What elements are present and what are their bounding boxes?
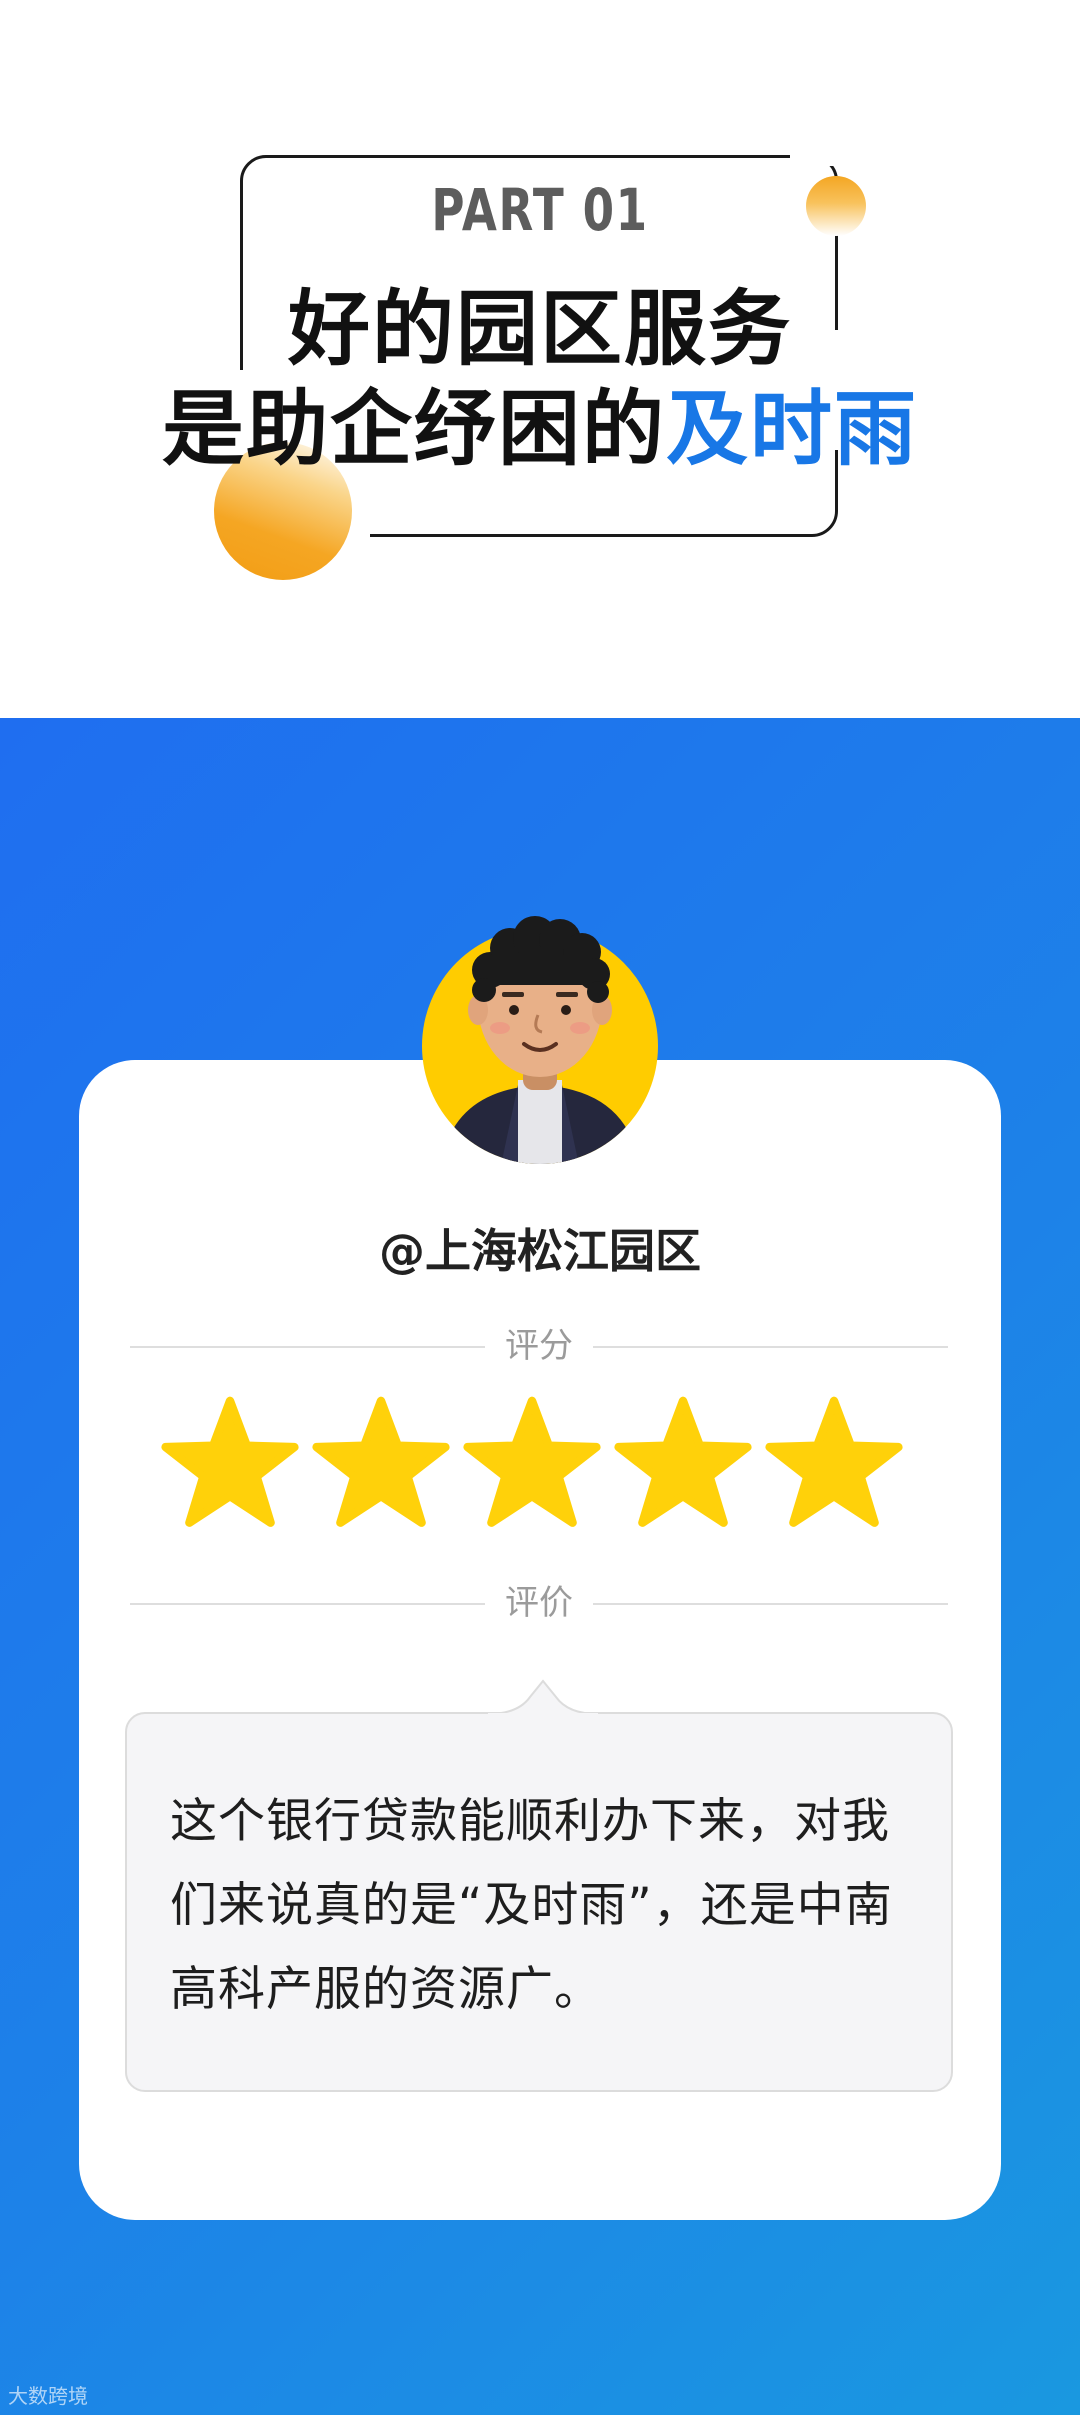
star-icon bbox=[312, 1396, 450, 1527]
avatar bbox=[422, 916, 658, 1164]
watermark: 大数跨境 bbox=[8, 2384, 88, 2408]
username: @上海松江园区 bbox=[379, 1224, 701, 1278]
header-section: PART 01 好的园区服务 是助企纾困的及时雨 bbox=[0, 0, 1080, 718]
star-rating bbox=[160, 1395, 920, 1535]
title-line-2-prefix: 是助企纾困的 bbox=[161, 382, 666, 477]
star-icon bbox=[463, 1396, 601, 1527]
bubble-notch bbox=[488, 1679, 598, 1715]
title-line-2: 是助企纾困的及时雨 bbox=[0, 362, 1080, 481]
star-icon bbox=[161, 1396, 299, 1527]
part-label: PART 01 bbox=[431, 176, 649, 244]
review-text: 这个银行贷款能顺利办下来，对我们来说真的是“及时雨”，还是中南高科产服的资源广。 bbox=[170, 1794, 893, 2017]
star-icon bbox=[765, 1396, 903, 1527]
title-accent: 及时雨 bbox=[666, 382, 919, 477]
review-divider: 评价 bbox=[130, 1583, 948, 1623]
rating-label: 评分 bbox=[505, 1326, 573, 1366]
review-label: 评价 bbox=[505, 1583, 573, 1623]
star-icon bbox=[614, 1396, 752, 1527]
rating-divider: 评分 bbox=[130, 1326, 948, 1366]
